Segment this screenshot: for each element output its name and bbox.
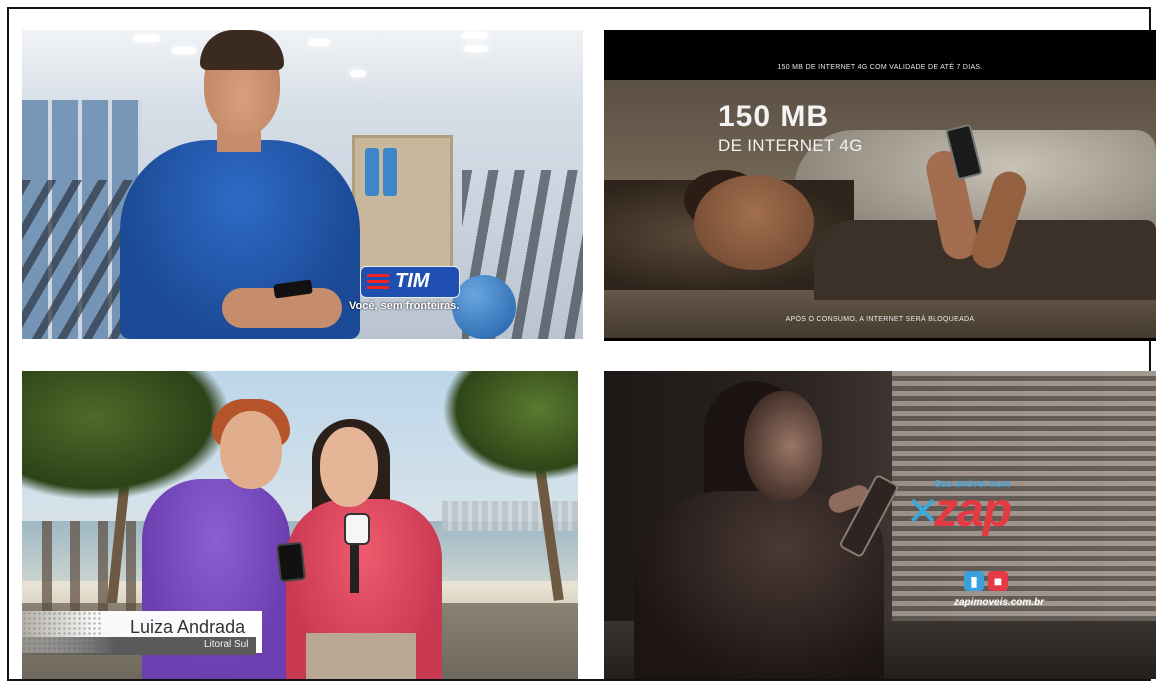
reporter-name: Luiza Andrada: [130, 617, 246, 637]
tim-ad-panel: TIM Você, sem fronteiras.: [22, 30, 583, 339]
zap-url: zapimoveis.com.br: [954, 597, 1045, 608]
man-lying-face: [694, 175, 814, 270]
chat-icon: ■: [988, 571, 1008, 591]
city-skyline: [442, 501, 578, 531]
bottom-caption: APÓS O CONSUMO, A INTERNET SERÁ BLOQUEAD…: [785, 316, 975, 323]
gym-ceiling: [22, 30, 583, 100]
reporter-panel: Luiza Andrada Litoral Sul: [22, 371, 578, 679]
reporter-location: Litoral Sul: [204, 639, 249, 650]
reporter-face: [320, 427, 378, 507]
subheadline: DE INTERNET 4G: [718, 136, 863, 155]
tim-slogan: Você, sem fronteiras.: [349, 300, 460, 312]
phone-icon: ▮: [964, 571, 984, 591]
woman-face: [744, 391, 822, 501]
tim-brand-text: TIM: [395, 270, 430, 292]
zap-logo: zap: [934, 484, 1012, 537]
zap-ad-panel: Seu imóvel num ✕ zap ▮ ■ zapimoveis.com.b…: [604, 371, 1156, 679]
tim-waves-icon: [367, 274, 389, 290]
microphone-icon: [344, 513, 370, 545]
woman-silhouette: [634, 491, 884, 679]
top-caption: 150 MB DE INTERNET 4G COM VALIDADE DE AT…: [777, 64, 983, 71]
internet-ad-panel: 150 MB DE INTERNET 4G COM VALIDADE DE AT…: [604, 30, 1156, 341]
palm-tree: [442, 371, 578, 481]
smartphone: [276, 541, 306, 583]
man-face: [220, 411, 282, 489]
exercise-ball: [452, 275, 516, 339]
headline: 150 MB: [718, 100, 830, 133]
tim-logo: TIM: [360, 266, 460, 298]
app-icons: ▮ ■: [964, 571, 1012, 591]
